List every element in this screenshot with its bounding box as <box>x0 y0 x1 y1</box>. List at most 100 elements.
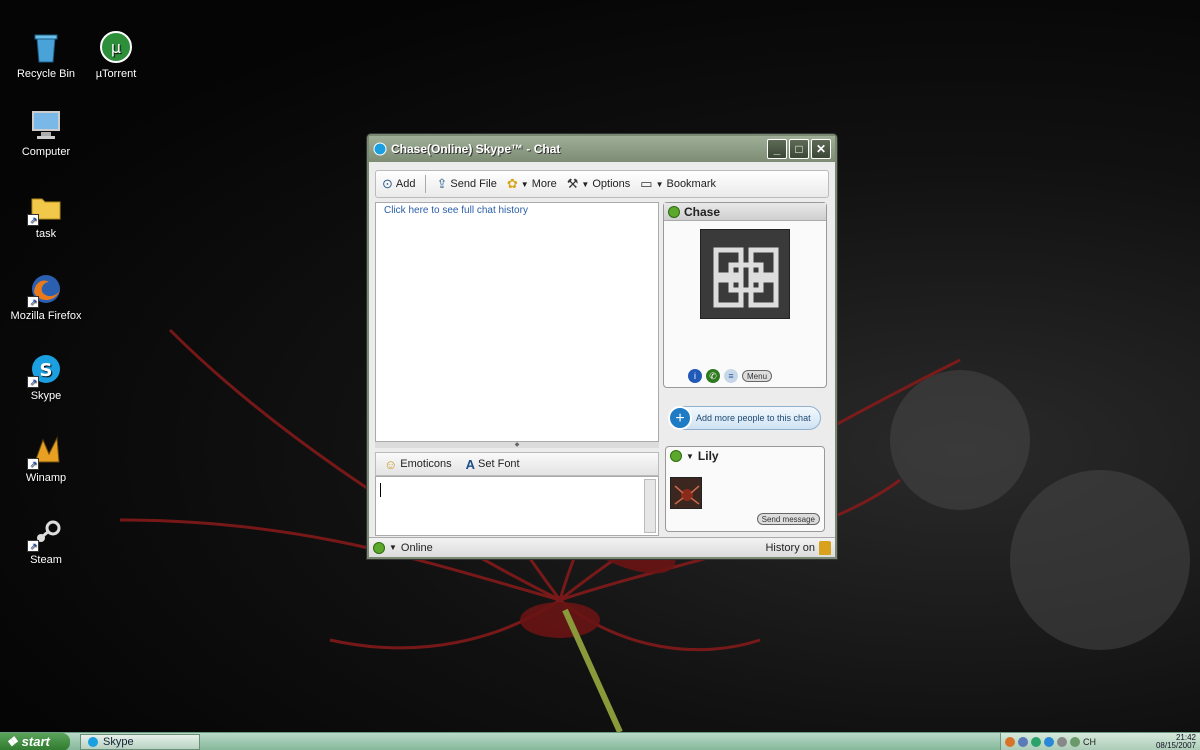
online-status-icon <box>670 450 682 462</box>
chevron-down-icon: ▼ <box>520 179 529 189</box>
participant-avatar[interactable] <box>670 477 702 509</box>
add-label: Add <box>395 178 416 190</box>
skype-icon: S ↗ <box>27 352 63 388</box>
tray-icon[interactable] <box>1044 736 1054 747</box>
contact-header: Chase <box>664 203 826 221</box>
start-button[interactable]: ❖ start <box>0 732 70 750</box>
more-button[interactable]: ✿ ▼ More <box>507 176 557 192</box>
contact-card-chase: Chase i ✆ ≡ Menu <box>663 202 827 388</box>
skype-chat-window[interactable]: Chase(Online) Skype™ - Chat _ □ ✕ ⊙ Add … <box>367 134 837 559</box>
contact-name: Chase <box>684 204 721 219</box>
toolbar-divider <box>425 175 427 193</box>
send-message-button[interactable]: Send message <box>756 513 820 525</box>
taskbar-item-label: Skype <box>103 735 134 748</box>
emoticons-label: Emoticons <box>400 458 452 470</box>
chevron-down-icon: ▼ <box>581 179 590 189</box>
chevron-down-icon: ▼ <box>686 451 694 461</box>
skype-icon <box>88 736 98 747</box>
send-file-icon: ⇪ <box>436 176 448 191</box>
contact-avatar[interactable] <box>700 229 790 319</box>
desktop-icon-firefox[interactable]: ↗ Mozilla Firefox <box>6 272 86 322</box>
add-button[interactable]: ⊙ Add <box>382 176 415 192</box>
options-label: Options <box>592 178 631 190</box>
lock-icon[interactable] <box>819 540 831 555</box>
window-titlebar[interactable]: Chase(Online) Skype™ - Chat _ □ ✕ <box>369 136 835 162</box>
message-input[interactable] <box>375 476 659 536</box>
message-format-bar: ☺ Emoticons A Set Font <box>375 452 659 476</box>
participant-card-lily: ▼ Lily Send message <box>665 446 825 532</box>
close-button[interactable]: ✕ <box>811 139 831 159</box>
history-status: History on <box>765 541 815 554</box>
font-icon: A <box>465 456 476 472</box>
desktop-icon-recycle-bin[interactable]: Recycle Bin <box>6 30 86 80</box>
tools-icon: ⚒ <box>566 176 579 191</box>
set-font-button[interactable]: A Set Font <box>466 457 520 472</box>
desktop-icon-computer[interactable]: Computer <box>6 108 86 158</box>
send-file-label: Send File <box>450 178 497 190</box>
firefox-icon: ↗ <box>27 272 63 308</box>
chat-bubble-icon[interactable]: ≡ <box>724 369 738 383</box>
chat-toolbar: ⊙ Add ⇪ Send File ✿ ▼ More ⚒ ▼ Options ▭… <box>375 170 829 198</box>
desktop-icon-task[interactable]: ↗ task <box>6 190 86 240</box>
set-font-label: Set Font <box>478 458 520 470</box>
tray-icon[interactable] <box>1018 736 1028 747</box>
add-circle-icon: + <box>668 406 692 430</box>
add-contact-icon: ⊙ <box>382 176 393 191</box>
shortcut-arrow-icon: ↗ <box>27 214 39 226</box>
steam-icon: ↗ <box>27 516 63 552</box>
minimize-button[interactable]: _ <box>767 139 787 159</box>
window-title: Chase(Online) Skype™ - Chat <box>391 142 561 156</box>
add-people-label: Add more people to this chat <box>696 413 811 423</box>
desktop-icon-steam[interactable]: ↗ Steam <box>6 516 86 566</box>
full-history-link[interactable]: Click here to see full chat history <box>384 205 528 216</box>
system-tray: CH 21:42 08/15/2007 <box>1000 732 1200 750</box>
desktop-icon-winamp[interactable]: ↗ Winamp <box>6 434 86 484</box>
winamp-icon: ↗ <box>27 434 63 470</box>
desktop-icon-skype[interactable]: S ↗ Skype <box>6 352 86 402</box>
tray-icon[interactable] <box>1031 736 1041 747</box>
svg-text:S: S <box>40 360 53 381</box>
add-people-button[interactable]: + Add more people to this chat <box>668 406 821 430</box>
tray-icon[interactable] <box>1057 736 1067 747</box>
svg-text:µ: µ <box>111 38 121 57</box>
input-scrollbar[interactable] <box>644 479 656 533</box>
online-status-icon[interactable] <box>373 541 385 554</box>
chat-splitter[interactable]: ◆ <box>375 442 659 448</box>
tray-icon[interactable] <box>1005 736 1015 747</box>
spider-avatar-icon <box>674 485 700 505</box>
status-label[interactable]: Online <box>401 542 433 554</box>
folder-icon: ↗ <box>27 190 63 226</box>
more-label: More <box>531 178 557 190</box>
start-label: start <box>21 734 50 749</box>
bookmark-icon: ▭ <box>640 176 653 191</box>
options-button[interactable]: ⚒ ▼ Options <box>567 176 631 192</box>
emoticons-button[interactable]: ☺ Emoticons <box>384 457 452 472</box>
online-status-icon <box>668 205 680 218</box>
contact-actions: i ✆ ≡ Menu <box>688 369 773 383</box>
more-icon: ✿ <box>506 176 518 191</box>
shortcut-arrow-icon: ↗ <box>27 296 39 308</box>
profile-info-icon[interactable]: i <box>688 369 702 383</box>
taskbar: ❖ start Skype CH 21:42 08/15/2007 <box>0 732 1200 750</box>
smiley-icon: ☺ <box>384 456 398 472</box>
clock-date: 08/15/2007 <box>1155 740 1196 750</box>
chevron-down-icon[interactable]: ▼ <box>389 543 397 552</box>
shortcut-arrow-icon: ↗ <box>27 376 39 388</box>
skype-logo-icon <box>373 142 387 156</box>
bookmark-button[interactable]: ▭ ▼ Bookmark <box>640 176 716 192</box>
taskbar-item-skype[interactable]: Skype <box>80 733 200 750</box>
computer-icon <box>29 108 63 142</box>
contact-menu-button[interactable]: Menu <box>742 370 773 382</box>
desktop-icon-utorrent[interactable]: µ µTorrent <box>76 30 156 80</box>
chat-history-area[interactable]: Click here to see full chat history <box>375 202 659 442</box>
shortcut-arrow-icon: ↗ <box>27 540 39 552</box>
send-file-button[interactable]: ⇪ Send File <box>436 176 496 192</box>
participant-header[interactable]: ▼ Lily <box>666 447 824 465</box>
tray-icon[interactable] <box>1070 736 1080 747</box>
maximize-button[interactable]: □ <box>789 139 809 159</box>
system-clock[interactable]: 21:42 08/15/2007 <box>1155 733 1196 750</box>
language-indicator[interactable]: CH <box>1083 737 1096 747</box>
utorrent-icon: µ <box>99 30 133 64</box>
bookmark-label: Bookmark <box>666 178 717 190</box>
call-icon[interactable]: ✆ <box>706 369 720 383</box>
